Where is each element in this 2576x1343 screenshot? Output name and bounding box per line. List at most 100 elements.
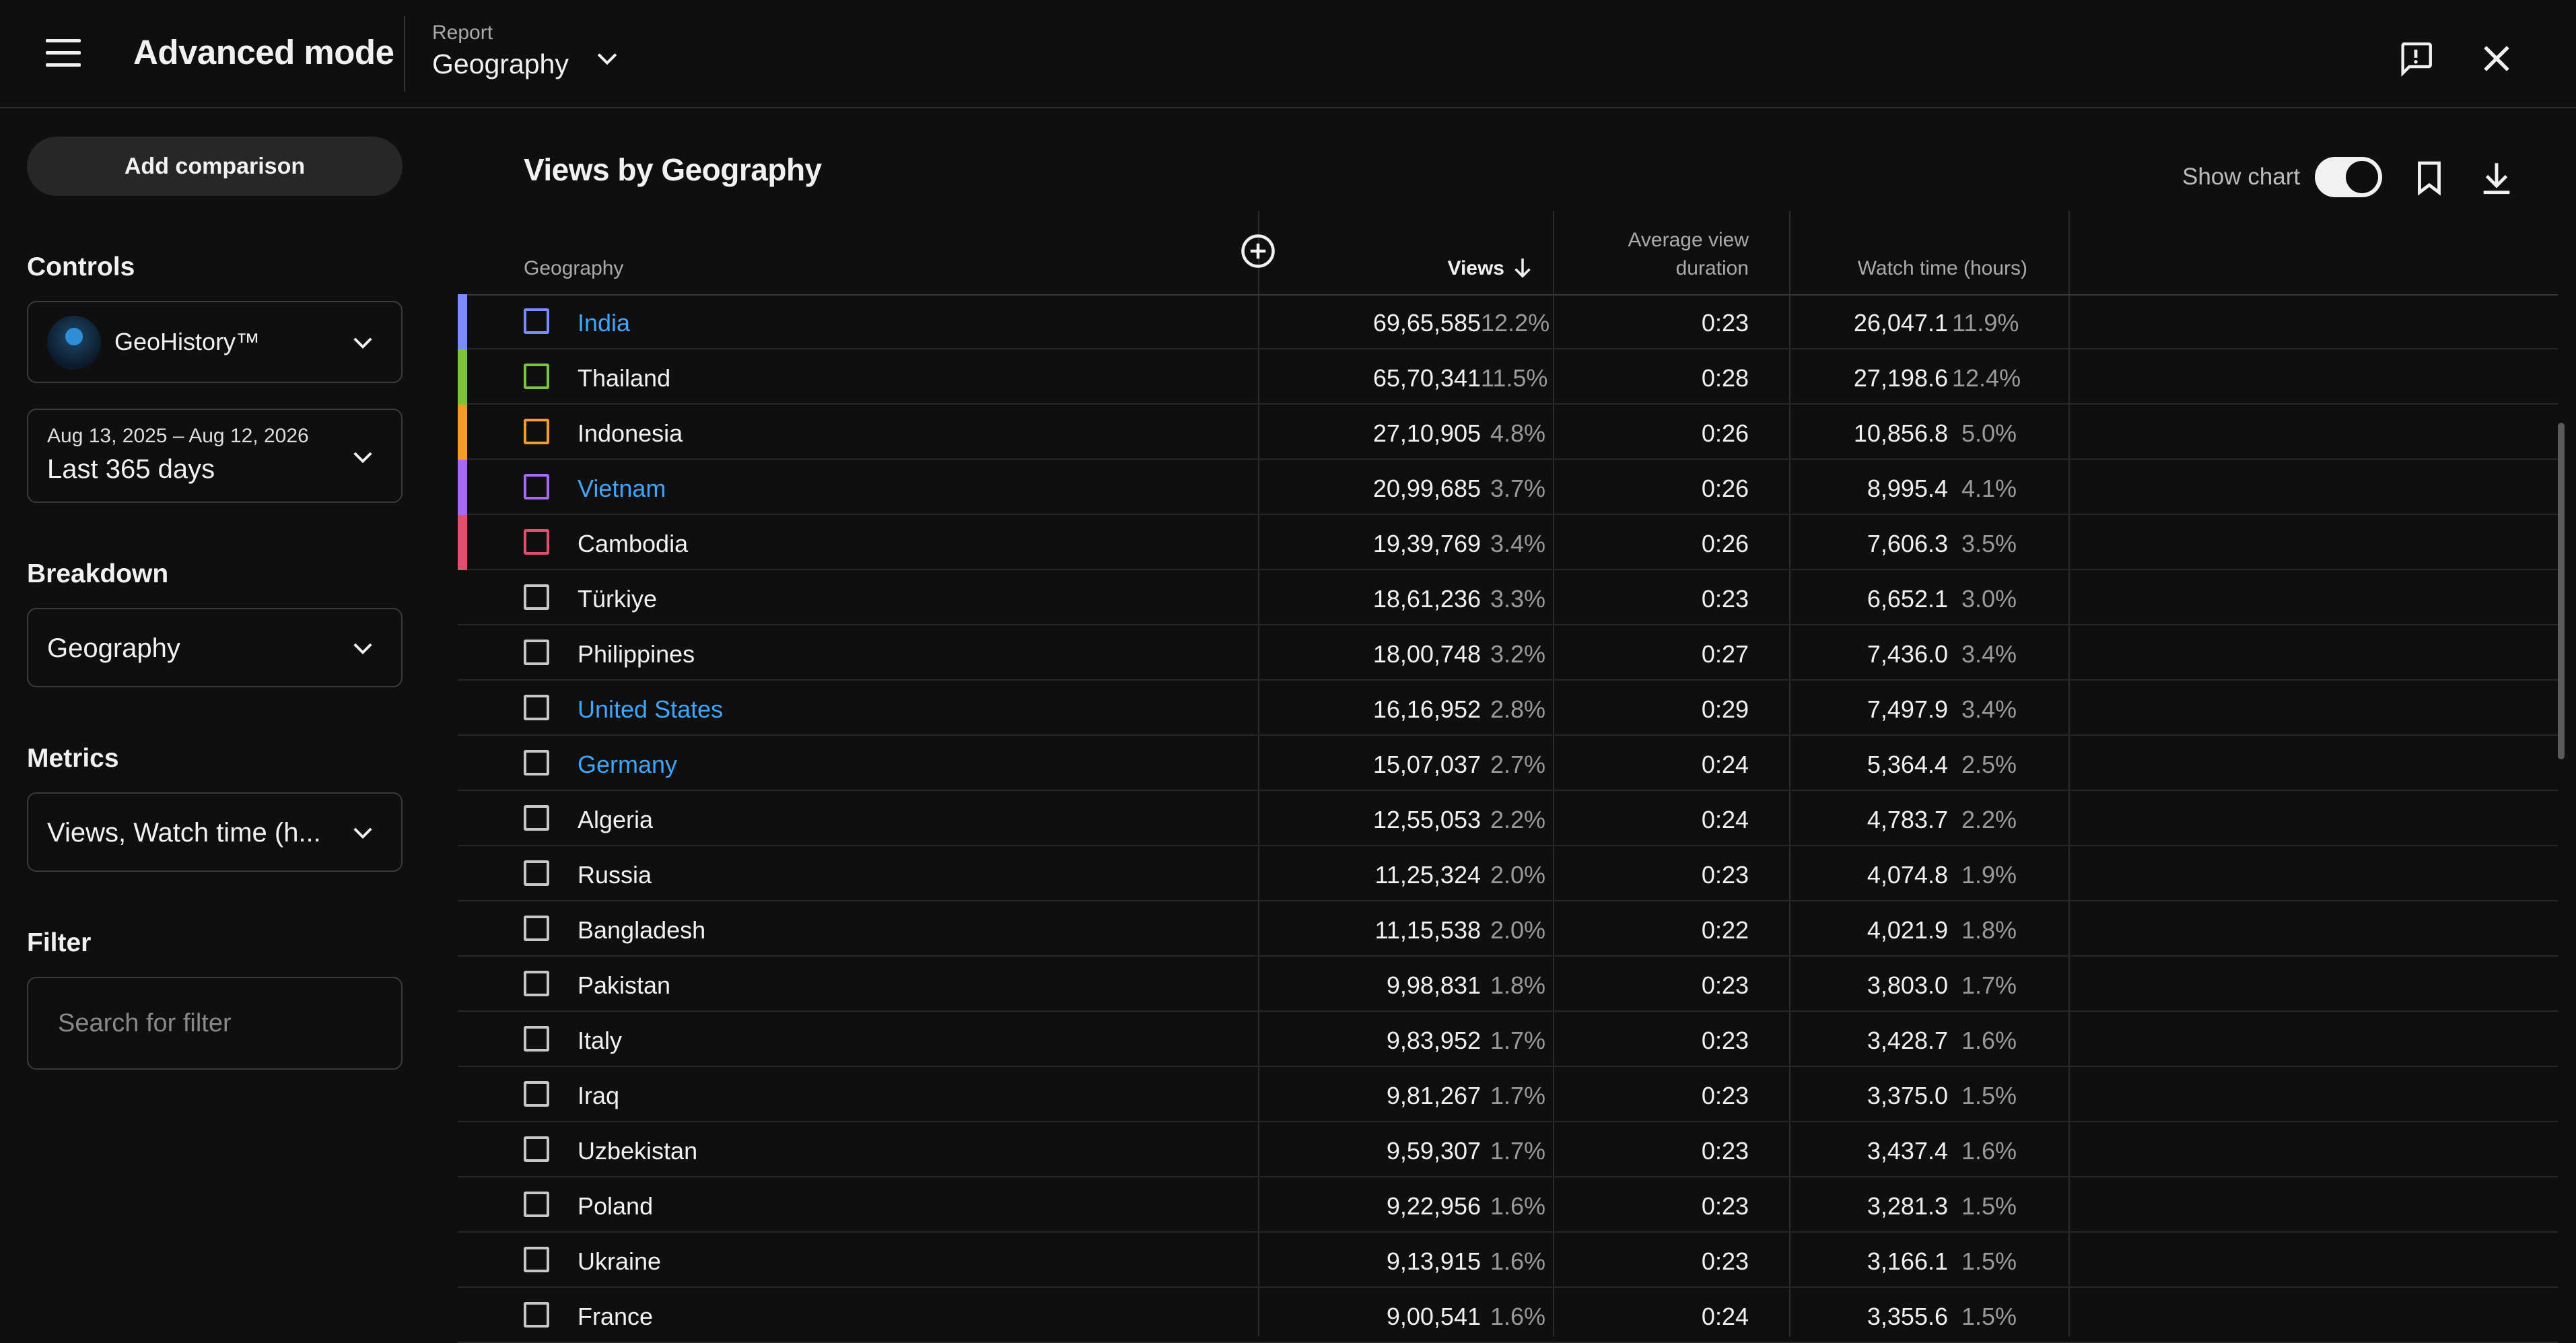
close-icon[interactable] [2477,39,2516,78]
row-checkbox[interactable] [524,971,549,996]
header-views[interactable]: Views [1400,255,1504,282]
country-name: Algeria [578,806,654,833]
row-checkbox[interactable] [524,860,549,886]
table-row[interactable]: Algeria 12,55,053 2.2% 0:24 4,783.7 2.2% [458,791,2558,846]
table-row[interactable]: Türkiye 18,61,236 3.3% 0:23 6,652.1 3.0% [458,570,2558,625]
metrics-selector[interactable]: Views, Watch time (h... [27,792,403,872]
watch-time-value: 26,047.1 [1853,309,1948,337]
table-row[interactable]: Philippines 18,00,748 3.2% 0:27 7,436.0 3.4% [458,625,2558,681]
table-row[interactable]: Bangladesh 11,15,538 2.0% 0:22 4,021.9 1.8% [458,901,2558,957]
table-row[interactable]: Italy 9,83,952 1.7% 0:23 3,428.7 1.6% [458,1012,2558,1067]
chevron-down-icon[interactable] [592,44,622,74]
avg-view-duration-value: 0:23 [1701,1247,1749,1275]
row-checkbox[interactable] [524,916,549,941]
header-avg-view-duration-line2[interactable]: duration [1562,255,1749,282]
vertical-scrollbar[interactable] [2558,423,2565,759]
table-row[interactable]: Thailand 65,70,341 11.5% 0:28 27,198.6 12.4% [458,349,2558,405]
avg-view-duration-value: 0:29 [1701,695,1749,723]
top-bar: Advanced mode Report Geography [0,0,2576,108]
row-checkbox[interactable] [524,584,549,610]
watch-time-percent: 2.5% [1961,751,2017,778]
table-row[interactable]: France 9,00,541 1.6% 0:24 3,355.6 1.5% [458,1288,2558,1343]
row-checkbox[interactable] [524,640,549,665]
country-name[interactable]: United States [578,695,723,724]
table-row[interactable]: Poland 9,22,956 1.6% 0:23 3,281.3 1.5% [458,1177,2558,1233]
breakdown-value: Geography [47,633,180,663]
add-circle-icon[interactable] [1238,231,1278,271]
show-chart-toggle[interactable] [2315,157,2382,197]
row-checkbox[interactable] [524,750,549,776]
filter-label: Filter [27,928,92,957]
app-title: Advanced mode [133,33,394,71]
row-checkbox[interactable] [524,1247,549,1272]
report-selector[interactable]: Geography [432,48,569,80]
header-avg-view-duration-line1[interactable]: Average view [1562,227,1749,254]
table-row[interactable]: United States 16,16,952 2.8% 0:29 7,497.9 3.4… [458,681,2558,736]
watch-time-value: 4,783.7 [1867,806,1948,833]
table-row[interactable]: Ukraine 9,13,915 1.6% 0:23 3,166.1 1.5% [458,1233,2558,1288]
views-percent: 3.2% [1490,640,1545,668]
date-range-selector[interactable]: Aug 13, 2025 – Aug 12, 2026 Last 365 day… [27,409,403,503]
table-row[interactable]: Indonesia 27,10,905 4.8% 0:26 10,856.8 5.0% [458,405,2558,460]
series-color-bar [458,1067,467,1122]
views-percent: 3.4% [1490,530,1545,557]
row-checkbox[interactable] [524,1192,549,1217]
table-row[interactable]: Germany 15,07,037 2.7% 0:24 5,364.4 2.5% [458,736,2558,791]
views-value: 18,61,236 [1372,585,1481,613]
series-color-bar [458,736,467,791]
feedback-icon[interactable] [2396,39,2435,78]
country-name: Pakistan [578,971,671,999]
add-comparison-button[interactable]: Add comparison [27,137,403,196]
download-icon[interactable] [2477,158,2516,197]
row-checkbox[interactable] [524,1136,549,1162]
watch-time-value: 10,856.8 [1853,419,1948,447]
channel-selector[interactable]: GeoHistory™ [27,301,403,383]
country-name[interactable]: Germany [578,751,677,779]
series-color-bar [458,1122,467,1177]
filter-search-input[interactable]: Search for filter [27,977,403,1070]
arrow-down-icon[interactable] [1508,254,1537,282]
country-name[interactable]: India [578,309,630,337]
country-name: Türkiye [578,585,658,613]
header-watch-time[interactable]: Watch time (hours) [1804,255,2027,282]
table-row[interactable]: Vietnam 20,99,685 3.7% 0:26 8,995.4 4.1% [458,460,2558,515]
views-percent: 12.2% [1481,309,1550,337]
bookmark-icon[interactable] [2410,158,2449,197]
table-row[interactable]: India 69,65,585 12.2% 0:23 26,047.1 11.9% [458,294,2558,349]
row-checkbox[interactable] [524,419,549,444]
row-checkbox[interactable] [524,1026,549,1052]
country-name: Russia [578,861,652,889]
row-checkbox[interactable] [524,308,549,334]
views-percent: 1.6% [1490,1303,1545,1330]
country-name: Italy [578,1027,623,1054]
channel-name: GeoHistory™ [114,328,260,355]
watch-time-value: 8,995.4 [1867,475,1948,502]
row-checkbox[interactable] [524,805,549,831]
views-value: 65,70,341 [1372,364,1481,392]
row-checkbox[interactable] [524,364,549,389]
avg-view-duration-value: 0:23 [1701,309,1749,337]
row-checkbox[interactable] [524,1081,549,1107]
row-checkbox[interactable] [524,474,549,500]
table-row[interactable]: Iraq 9,81,267 1.7% 0:23 3,375.0 1.5% [458,1067,2558,1122]
views-percent: 2.0% [1490,916,1545,944]
row-checkbox[interactable] [524,1302,549,1328]
table-row[interactable]: Pakistan 9,98,831 1.8% 0:23 3,803.0 1.7% [458,957,2558,1012]
country-name: Bangladesh [578,916,706,944]
watch-time-percent: 1.6% [1961,1027,2017,1054]
country-name[interactable]: Vietnam [578,475,666,503]
breakdown-selector[interactable]: Geography [27,608,403,687]
table-row[interactable]: Uzbekistan 9,59,307 1.7% 0:23 3,437.4 1.6% [458,1122,2558,1177]
table-row[interactable]: Russia 11,25,324 2.0% 0:23 4,074.8 1.9% [458,846,2558,901]
series-color-bar [458,681,467,736]
menu-icon[interactable] [46,39,81,69]
header-geography[interactable]: Geography [524,255,623,282]
row-checkbox[interactable] [524,695,549,720]
table-row[interactable]: Cambodia 19,39,769 3.4% 0:26 7,606.3 3.5% [458,515,2558,570]
watch-time-value: 3,428.7 [1867,1027,1948,1054]
watch-time-percent: 3.0% [1961,585,2017,613]
views-value: 12,55,053 [1372,806,1481,833]
row-checkbox[interactable] [524,529,549,555]
series-color-bar [458,791,467,846]
avg-view-duration-value: 0:26 [1701,530,1749,557]
